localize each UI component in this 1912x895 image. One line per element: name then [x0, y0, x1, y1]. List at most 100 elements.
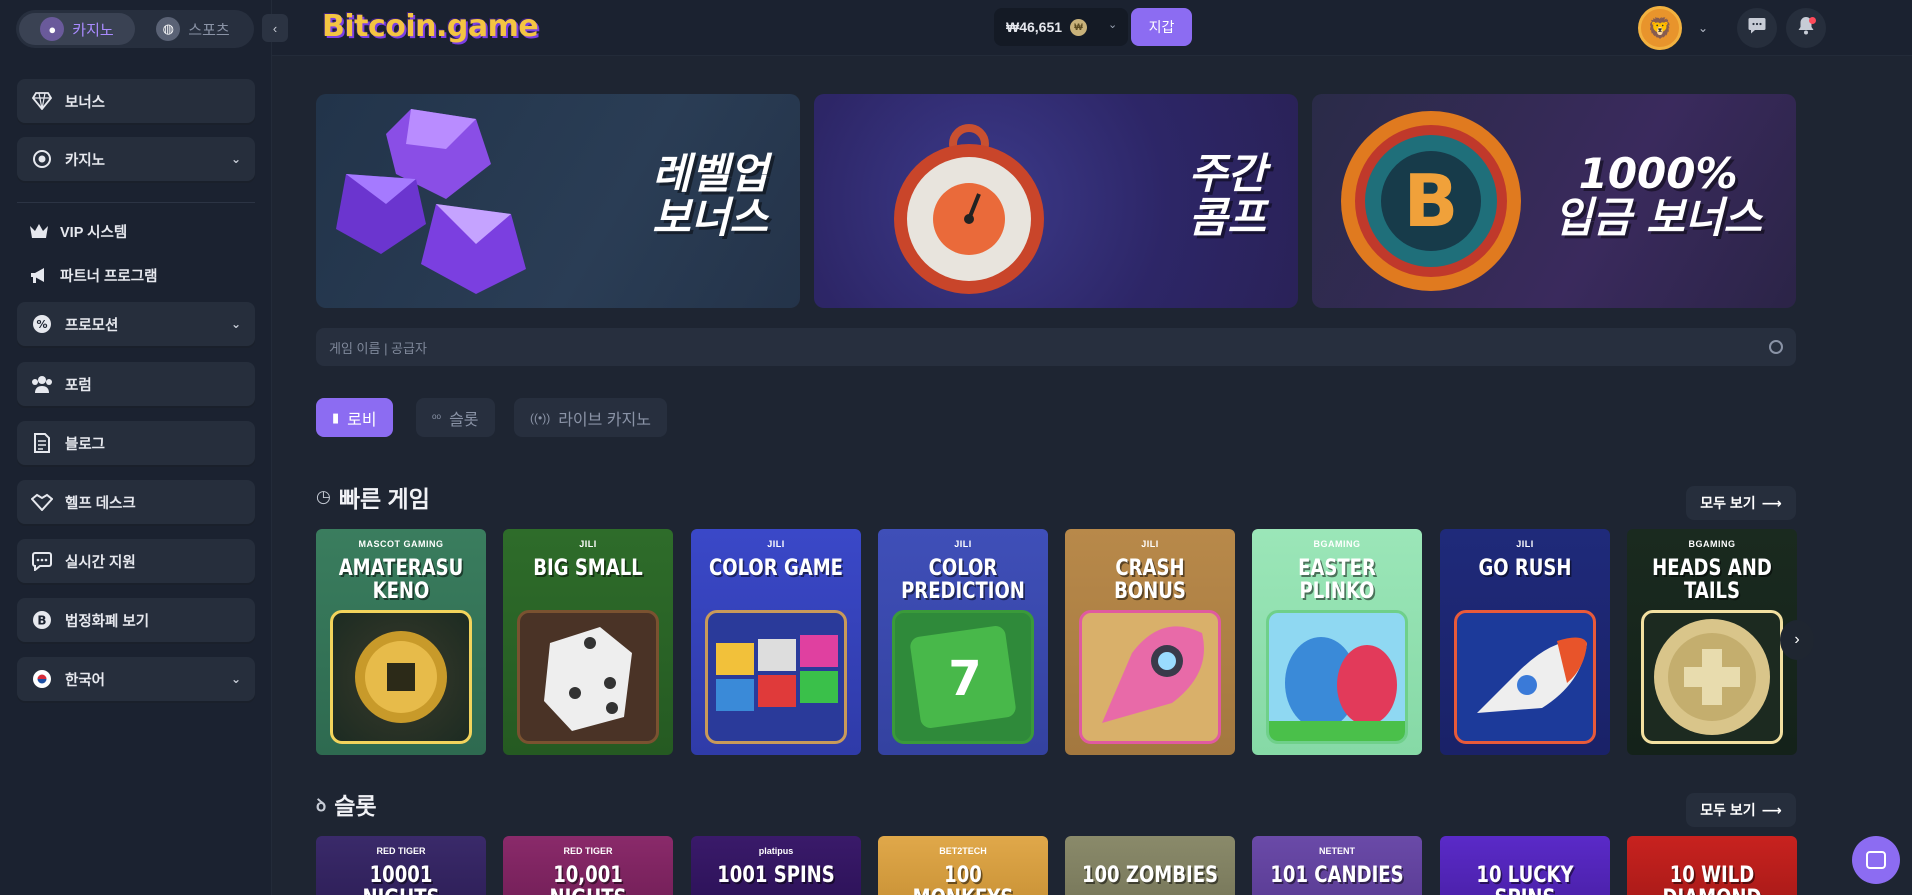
- section-title-slots: ꝺ 슬롯: [316, 789, 377, 819]
- game-card-color-prediction[interactable]: JILI COLOR PREDICTION 7: [878, 529, 1048, 755]
- game-art: 7: [892, 610, 1034, 744]
- game-search-input[interactable]: 게임 이름 | 공급자: [316, 328, 1796, 366]
- banner-line: 보너스: [652, 193, 768, 242]
- see-all-quick-games-button[interactable]: 모두 보기 ⟶: [1686, 486, 1796, 520]
- sidebar-item-fiat[interactable]: B 법정화폐 보기: [17, 598, 255, 642]
- chat-widget-icon: [1866, 851, 1886, 869]
- balance-amount: ₩46,651: [1006, 19, 1063, 35]
- game-card-slot[interactable]: 10 LUCKY SPINS: [1440, 836, 1610, 895]
- banner-line: 1000%: [1578, 149, 1738, 198]
- game-provider: JILI: [579, 539, 597, 549]
- tab-lobby[interactable]: ▮ 로비: [316, 398, 393, 437]
- game-card-crash-bonus[interactable]: JILI CRASH BONUS: [1065, 529, 1235, 755]
- sidebar-item-blog[interactable]: 블로그: [17, 421, 255, 465]
- game-card-slot[interactable]: RED TIGER 10,001 NIGHTS MEGAWAYS: [503, 836, 673, 895]
- game-card-slot[interactable]: BET2TECH 100 MONKEYS: [878, 836, 1048, 895]
- svg-text:7: 7: [948, 651, 981, 707]
- game-card-easter-plinko[interactable]: BGAMING EASTER PLINKO: [1252, 529, 1422, 755]
- game-card-go-rush[interactable]: JILI GO RUSH: [1440, 529, 1610, 755]
- game-card-slot[interactable]: RED TIGER 10001 NIGHTS: [316, 836, 486, 895]
- sidebar-item-promotion[interactable]: % 프로모션 ⌄: [17, 302, 255, 346]
- sidebar-item-label: 포럼: [65, 377, 92, 394]
- notifications-button[interactable]: [1786, 8, 1826, 48]
- sidebar-divider: [17, 202, 255, 203]
- sidebar-item-label: 법정화폐 보기: [65, 613, 150, 630]
- game-provider: JILI: [954, 539, 972, 549]
- game-art: [330, 610, 472, 744]
- sidebar-item-label: 헬프 데스크: [65, 495, 136, 512]
- see-all-slots-button[interactable]: 모두 보기 ⟶: [1686, 793, 1796, 827]
- sidebar-item-forum[interactable]: 포럼: [17, 362, 255, 406]
- sidebar-item-label: 카지노: [65, 152, 106, 169]
- banner-title: 레벨업 보너스: [652, 152, 768, 240]
- sidebar-item-label: 블로그: [65, 436, 106, 453]
- game-card-heads-and-tails[interactable]: BGAMING HEADS AND TAILS: [1627, 529, 1797, 755]
- tab-slots[interactable]: ᵒᵒ 슬롯: [416, 398, 495, 437]
- game-provider: JILI: [767, 539, 785, 549]
- collapse-sidebar-button[interactable]: ‹: [262, 14, 288, 42]
- game-card-slot[interactable]: NETENT 101 CANDIES: [1252, 836, 1422, 895]
- toggle-sports[interactable]: ◍ 스포츠: [135, 13, 251, 45]
- section-title: 빠른 게임: [338, 486, 430, 512]
- chevron-down-icon[interactable]: ⌄: [1108, 18, 1117, 31]
- avatar[interactable]: 🦁: [1638, 6, 1682, 50]
- arrow-right-icon: ⟶: [1761, 801, 1782, 818]
- tab-live-casino[interactable]: ((•)) 라이브 카지노: [514, 398, 667, 437]
- toggle-casino[interactable]: ● 카지노: [19, 13, 135, 45]
- live-chat-button[interactable]: [1852, 836, 1900, 884]
- game-provider: JILI: [1141, 539, 1159, 549]
- carousel-next-button[interactable]: ›: [1780, 620, 1814, 660]
- sidebar-item-partner[interactable]: 파트너 프로그램: [28, 261, 157, 289]
- sidebar-item-help-desk[interactable]: 헬프 데스크: [17, 480, 255, 524]
- chevron-down-icon: ⌄: [230, 152, 241, 166]
- crown-icon: [28, 223, 50, 239]
- search-icon[interactable]: [1769, 340, 1783, 354]
- banner-deposit-bonus[interactable]: B 1000% 입금 보너스: [1312, 94, 1796, 308]
- live-icon: ((•)): [530, 410, 551, 425]
- banner-title: 1000% 입금 보너스: [1554, 152, 1762, 240]
- section-title: 슬롯: [334, 793, 377, 819]
- sidebar-item-label: 보너스: [65, 94, 106, 111]
- sidebar-item-live-support[interactable]: 실시간 지원: [17, 539, 255, 583]
- banner-levelup-bonus[interactable]: 레벨업 보너스: [316, 94, 800, 308]
- search-placeholder: 게임 이름 | 공급자: [329, 340, 427, 356]
- chevron-right-icon: ›: [1794, 631, 1800, 648]
- banner-line: 주간: [1188, 149, 1266, 198]
- banner-line: 입금 보너스: [1554, 193, 1762, 242]
- wallet-button[interactable]: 지갑: [1131, 8, 1192, 46]
- game-art: [705, 610, 847, 744]
- game-card-slot[interactable]: 100 ZOMBIES: [1065, 836, 1235, 895]
- game-name: EASTER PLINKO: [1298, 556, 1376, 604]
- won-coin-icon: ₩: [1070, 18, 1088, 36]
- game-card-color-game[interactable]: JILI COLOR GAME: [691, 529, 861, 755]
- sidebar-item-bonus[interactable]: 보너스: [17, 79, 255, 123]
- sidebar-item-vip[interactable]: VIP 시스템: [28, 217, 127, 245]
- game-provider: BGAMING: [1313, 539, 1361, 549]
- messages-button[interactable]: [1737, 8, 1777, 48]
- chevron-down-icon[interactable]: ⌄: [1688, 17, 1718, 39]
- game-provider: BGAMING: [1688, 539, 1736, 549]
- cherry-icon: ᵒᵒ: [432, 410, 442, 425]
- game-card-big-small[interactable]: JILI BIG SMALL: [503, 529, 673, 755]
- site-logo[interactable]: Bitcoin.game: [322, 9, 539, 44]
- sidebar-item-label: 실시간 지원: [65, 554, 136, 571]
- game-provider: RED TIGER: [376, 846, 426, 856]
- game-art: [517, 610, 659, 744]
- game-name: BIG SMALL: [533, 556, 643, 581]
- game-card-amaterasu-keno[interactable]: MASCOT GAMING AMATERASU KENO: [316, 529, 486, 755]
- bitcoin-coin-icon: B: [1341, 111, 1521, 291]
- users-icon: [31, 373, 53, 395]
- sidebar-item-casino[interactable]: 카지노 ⌄: [17, 137, 255, 181]
- sidebar-item-label: 한국어: [65, 672, 106, 689]
- game-name: AMATERASU KENO: [338, 556, 464, 604]
- sidebar-item-language[interactable]: 한국어 ⌄: [17, 657, 255, 701]
- game-card-slot[interactable]: platipus 1001 SPINS: [691, 836, 861, 895]
- banner-line: 콤프: [1188, 193, 1266, 242]
- chevron-left-icon: ‹: [272, 20, 278, 36]
- section-title-quick-games: ◷ 빠른 게임: [316, 482, 430, 512]
- diamond-icon: [31, 90, 53, 112]
- banner-weekly-comp[interactable]: 주간 콤프: [814, 94, 1298, 308]
- game-provider: JILI: [1516, 539, 1534, 549]
- game-provider: MASCOT GAMING: [358, 539, 444, 549]
- game-card-slot[interactable]: 10 WILD DIAMOND: [1627, 836, 1797, 895]
